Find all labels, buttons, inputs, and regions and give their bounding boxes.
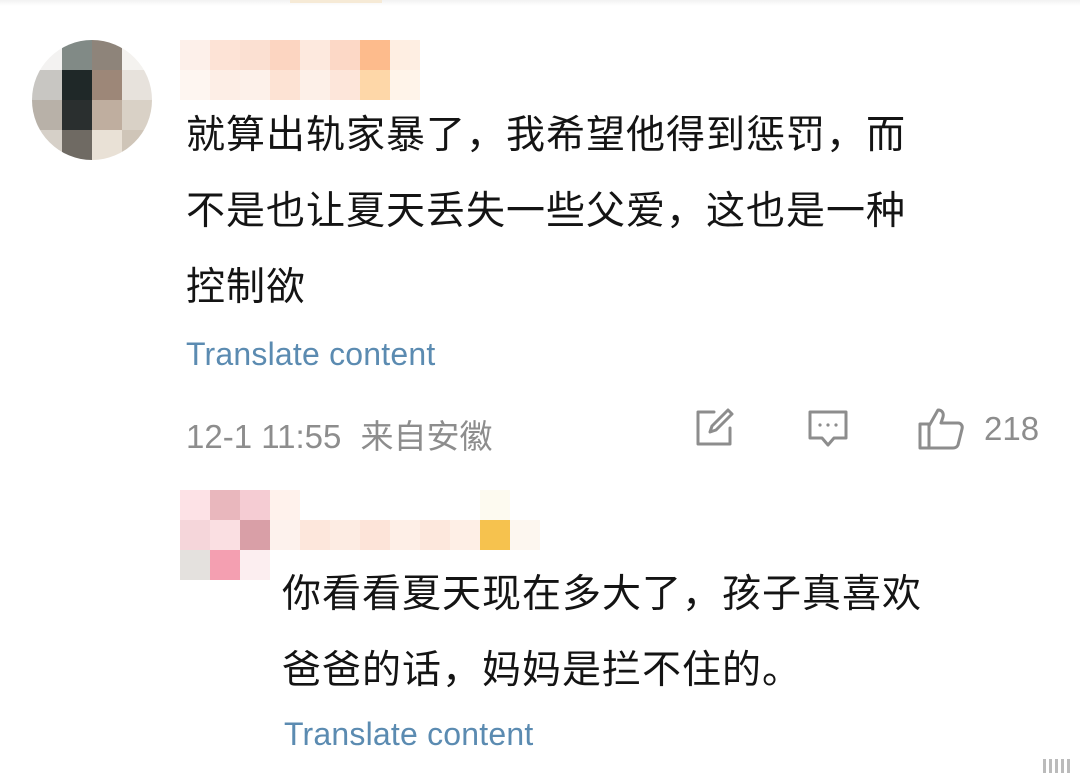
comment-text: 就算出轨家暴了，我希望他得到惩罚，而 不是也让夏天丢失一些父爱，这也是一种 控制… bbox=[186, 98, 1046, 326]
reply-translate-link[interactable]: Translate content bbox=[284, 716, 533, 753]
comment-line: 不是也让夏天丢失一些父爱，这也是一种 bbox=[186, 189, 907, 234]
edit-icon[interactable] bbox=[690, 404, 738, 452]
comment-meta: 12-1 11:55 来自安徽 bbox=[186, 410, 493, 458]
watermark-marks bbox=[1043, 759, 1070, 773]
comment-line: 控制欲 bbox=[186, 265, 307, 310]
top-divider bbox=[0, 0, 1080, 6]
like-count: 218 bbox=[984, 410, 1040, 447]
username-1[interactable] bbox=[180, 40, 450, 100]
avatar[interactable] bbox=[32, 40, 152, 160]
comment-icon[interactable] bbox=[804, 404, 852, 452]
reply-line: 你看看夏天现在多大了，孩子真喜欢 bbox=[282, 572, 923, 617]
translate-link[interactable]: Translate content bbox=[186, 336, 435, 373]
reply-text: 你看看夏天现在多大了，孩子真喜欢 爸爸的话，妈妈是拦不住的。 bbox=[282, 557, 1042, 709]
thumbs-up-icon[interactable] bbox=[914, 404, 970, 452]
timestamp: 12-1 11:55 bbox=[186, 418, 342, 455]
reply-line: 爸爸的话，妈妈是拦不住的。 bbox=[282, 648, 803, 693]
location: 来自安徽 bbox=[360, 418, 493, 455]
comment-line: 就算出轨家暴了，我希望他得到惩罚，而 bbox=[186, 113, 907, 158]
